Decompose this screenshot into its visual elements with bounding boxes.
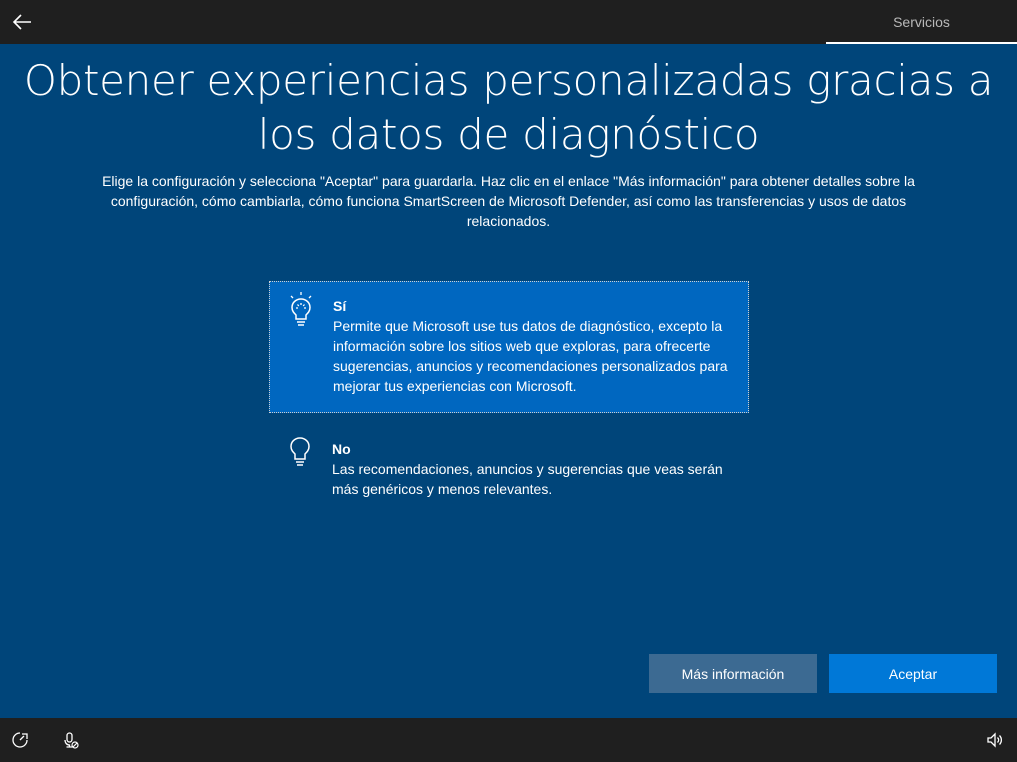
option-no[interactable]: No Las recomendaciones, anuncios y suger… — [269, 425, 749, 497]
option-no-description: Las recomendaciones, anuncios y sugerenc… — [332, 461, 723, 497]
top-bar: Servicios — [0, 0, 1017, 44]
more-info-button[interactable]: Más información — [649, 654, 817, 693]
lightbulb-on-icon — [290, 292, 312, 326]
accept-button[interactable]: Aceptar — [829, 654, 997, 693]
main-content: Obtener experiencias personalizadas grac… — [0, 44, 1017, 718]
accessibility-button[interactable] — [10, 730, 30, 750]
option-yes-description: Permite que Microsoft use tus datos de d… — [333, 318, 728, 394]
lightbulb-off-icon — [290, 437, 310, 466]
option-yes-title: Sí — [333, 298, 347, 314]
microphone-button[interactable] — [60, 730, 80, 750]
back-button[interactable] — [6, 6, 38, 38]
tab-servicios[interactable]: Servicios — [826, 0, 1017, 44]
page-description: Elige la configuración y selecciona "Ace… — [102, 173, 915, 229]
accessibility-icon — [12, 732, 28, 748]
microphone-muted-icon — [64, 732, 79, 749]
volume-icon — [987, 732, 1003, 748]
volume-button[interactable] — [985, 730, 1005, 750]
option-no-title: No — [332, 441, 351, 457]
bottom-bar — [0, 718, 1017, 762]
option-yes[interactable]: Sí Permite que Microsoft use tus datos d… — [269, 281, 749, 413]
back-arrow-icon — [12, 14, 31, 30]
page-title: Obtener experiencias personalizadas grac… — [23, 56, 994, 159]
tab-label: Servicios — [893, 14, 950, 30]
